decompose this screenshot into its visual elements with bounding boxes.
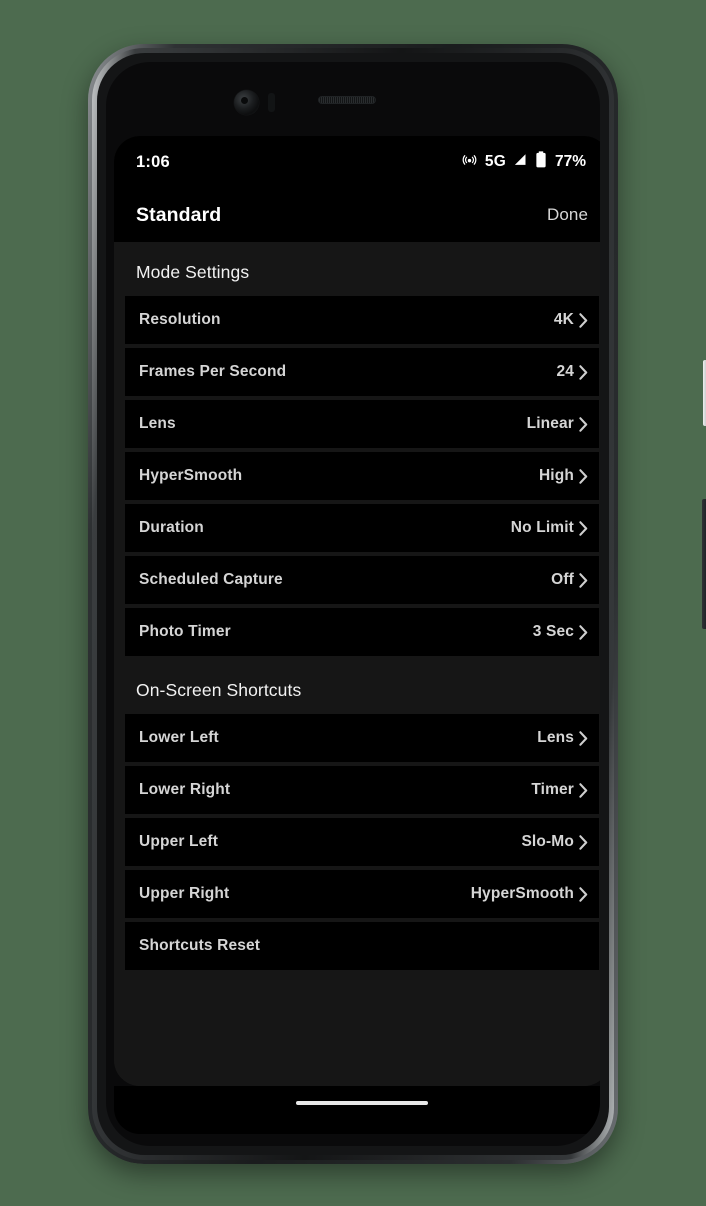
settings-row-value-group: 3 Sec: [533, 623, 588, 641]
chevron-right-icon: [579, 416, 588, 432]
settings-row-label: Photo Timer: [139, 623, 231, 640]
front-camera-icon: [234, 90, 259, 115]
section-header: On-Screen Shortcuts: [136, 680, 302, 700]
settings-row-label: Scheduled Capture: [139, 571, 283, 588]
status-bar-time: 1:06: [136, 152, 170, 171]
settings-row-value: Lens: [537, 729, 574, 746]
phone-screen: 1:06 5G 77% Standard Done Mode Settings …: [114, 136, 600, 1086]
done-button[interactable]: Done: [547, 205, 588, 225]
settings-row-label: Lower Right: [139, 781, 231, 798]
settings-row-value-group: HyperSmooth: [471, 885, 588, 903]
battery-percentage: 77%: [554, 153, 586, 170]
settings-row-value: High: [538, 467, 574, 484]
settings-row[interactable]: Upper Left Slo-Mo: [125, 818, 599, 866]
settings-row-label: Upper Right: [139, 885, 230, 902]
chevron-right-icon: [579, 312, 588, 328]
settings-row-value: HyperSmooth: [470, 885, 574, 902]
settings-row-value: Timer: [531, 781, 574, 798]
settings-row[interactable]: HyperSmooth High: [125, 452, 599, 500]
settings-row[interactable]: Photo Timer 3 Sec: [125, 608, 599, 656]
settings-row[interactable]: Shortcuts Reset: [125, 922, 599, 970]
home-gesture-bar[interactable]: [296, 1101, 428, 1105]
settings-row-value-group: No Limit: [511, 519, 588, 537]
settings-row[interactable]: Scheduled Capture Off: [125, 556, 599, 604]
settings-row-value-group: Slo-Mo: [521, 833, 588, 851]
system-navigation-bar: [114, 1086, 600, 1134]
settings-row-label: Duration: [139, 519, 204, 536]
settings-row-label: Shortcuts Reset: [139, 937, 261, 954]
settings-row-value-group: Timer: [531, 781, 588, 799]
settings-row[interactable]: Resolution 4K: [125, 296, 599, 344]
earpiece-speaker-icon: [318, 96, 376, 104]
chevron-right-icon: [579, 730, 588, 746]
battery-icon: [535, 151, 547, 173]
app-header: Standard Done: [114, 188, 600, 242]
settings-row-value: 3 Sec: [532, 623, 574, 640]
chevron-right-icon: [579, 782, 588, 798]
settings-row[interactable]: Duration No Limit: [125, 504, 599, 552]
settings-row-value: No Limit: [510, 519, 574, 536]
chevron-right-icon: [579, 364, 588, 380]
settings-row-value-group: 24: [556, 363, 588, 381]
chevron-right-icon: [579, 886, 588, 902]
chevron-right-icon: [579, 834, 588, 850]
settings-row-label: Upper Left: [139, 833, 218, 850]
phone-frame-outer-edge: 1:06 5G 77% Standard Done Mode Settings …: [92, 48, 614, 1160]
settings-row-value: Linear: [526, 415, 574, 432]
settings-row-label: Resolution: [139, 311, 221, 328]
page-title: Standard: [136, 203, 222, 226]
status-bar: 1:06 5G 77%: [114, 136, 600, 188]
settings-row[interactable]: Lower Right Timer: [125, 766, 599, 814]
settings-row-label: HyperSmooth: [139, 467, 243, 484]
settings-row[interactable]: Upper Right HyperSmooth: [125, 870, 599, 918]
settings-list[interactable]: Mode Settings Resolution 4K Frames Per Seco…: [114, 242, 600, 1086]
chevron-right-icon: [579, 572, 588, 588]
chevron-right-icon: [579, 468, 588, 484]
signal-triangle-icon: [513, 152, 528, 172]
proximity-sensor-icon: [268, 93, 275, 112]
hotspot-icon: [461, 151, 478, 173]
status-bar-icons: 5G 77%: [461, 151, 586, 173]
network-type-label: 5G: [484, 153, 506, 170]
settings-row[interactable]: Lens Linear: [125, 400, 599, 448]
settings-row-value: Off: [551, 571, 574, 588]
settings-row-value-group: Off: [551, 571, 588, 589]
settings-row-label: Frames Per Second: [139, 363, 287, 380]
settings-row[interactable]: Frames Per Second 24: [125, 348, 599, 396]
settings-row[interactable]: Lower Left Lens: [125, 714, 599, 762]
chevron-right-icon: [579, 520, 588, 536]
volume-rocker-button[interactable]: [702, 499, 706, 629]
settings-row-value: 24: [556, 363, 574, 380]
phone-frame-inner-edge: 1:06 5G 77% Standard Done Mode Settings …: [97, 53, 609, 1155]
settings-row-value: 4K: [553, 311, 574, 328]
chevron-right-icon: [579, 624, 588, 640]
settings-row-label: Lens: [139, 415, 176, 432]
phone-bezel: 1:06 5G 77% Standard Done Mode Settings …: [106, 62, 600, 1146]
section-header: Mode Settings: [136, 262, 250, 282]
settings-row-value-group: Linear: [527, 415, 588, 433]
settings-row-label: Lower Left: [139, 729, 219, 746]
settings-row-value-group: High: [539, 467, 588, 485]
phone-device: 1:06 5G 77% Standard Done Mode Settings …: [88, 44, 706, 1164]
settings-row-value-group: Lens: [537, 729, 588, 747]
settings-row-value: Slo-Mo: [521, 833, 574, 850]
settings-row-value-group: 4K: [554, 311, 588, 329]
